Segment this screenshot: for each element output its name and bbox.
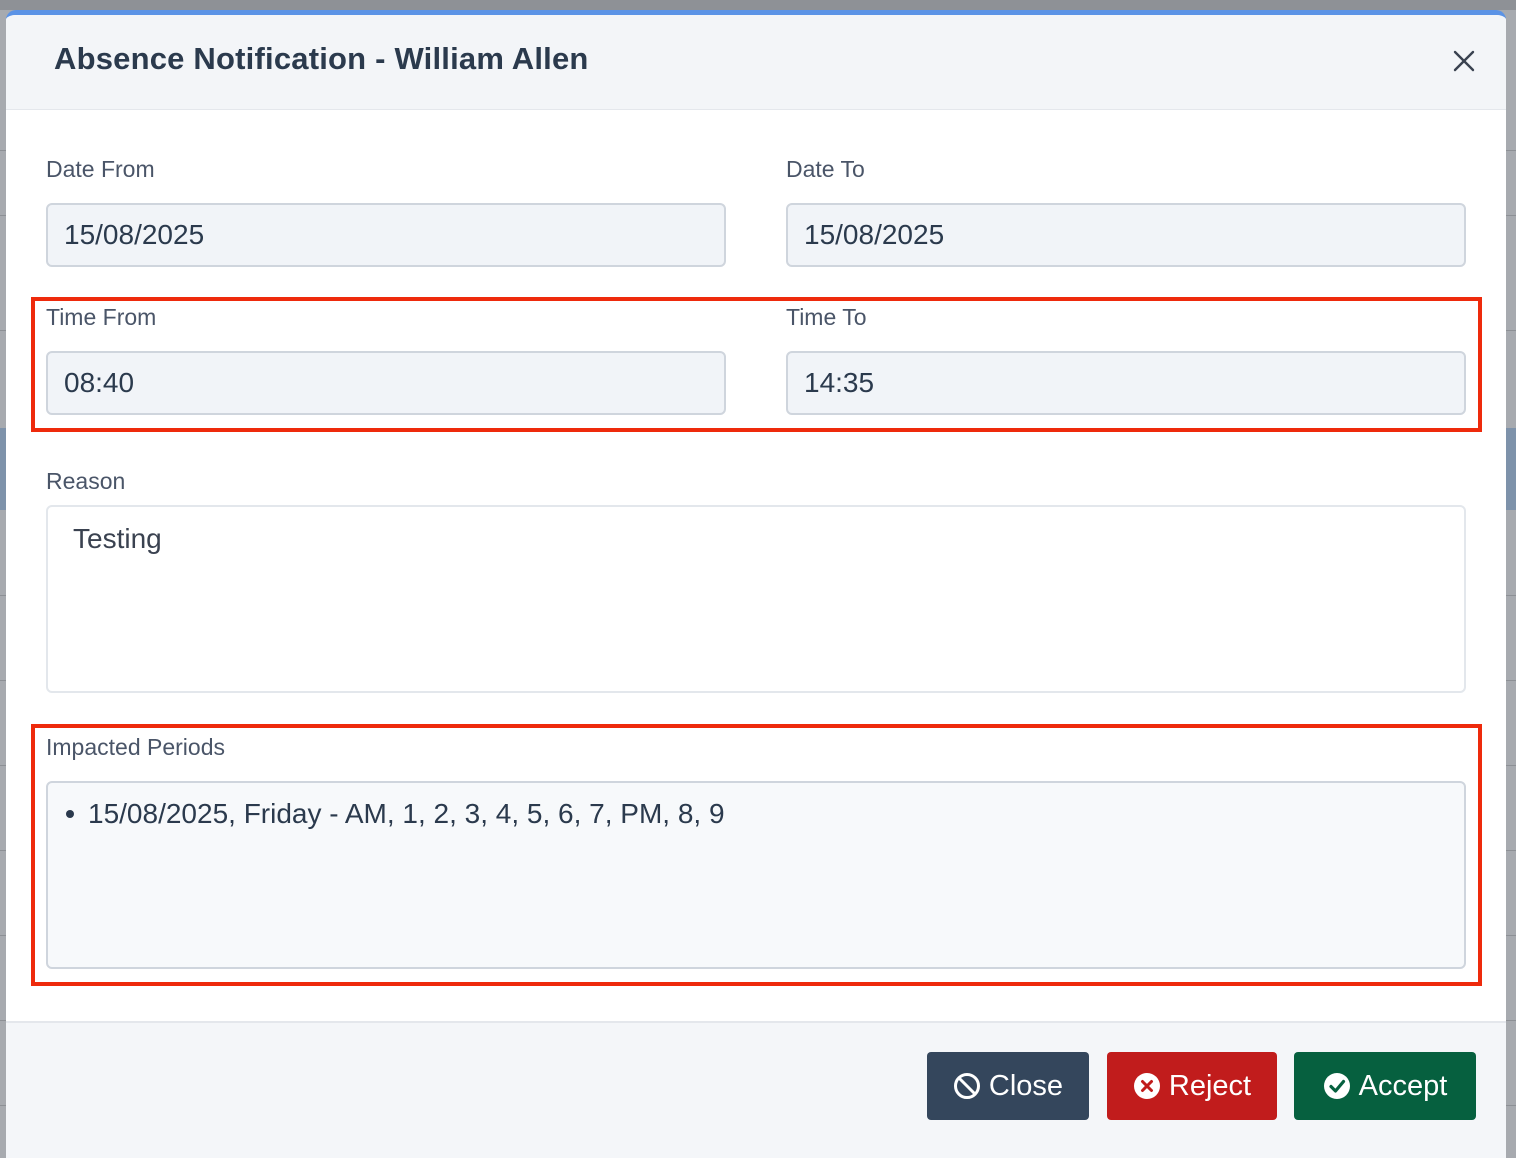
time-from-input[interactable] — [46, 351, 726, 415]
accept-button[interactable]: Accept — [1294, 1052, 1476, 1120]
date-from-input[interactable] — [46, 203, 726, 267]
ban-icon — [953, 1073, 980, 1099]
times-circle-icon — [1133, 1073, 1160, 1099]
time-to-input[interactable] — [786, 351, 1466, 415]
close-button[interactable]: Close — [927, 1052, 1089, 1120]
time-to-label: Time To — [786, 304, 867, 330]
reason-label: Reason — [46, 468, 126, 494]
list-item: 15/08/2025, Friday - AM, 1, 2, 3, 4, 5, … — [66, 797, 1446, 831]
date-to-label: Date To — [786, 156, 865, 182]
background-top-bar — [0, 0, 1516, 10]
close-icon[interactable] — [1450, 47, 1478, 75]
time-from-label: Time From — [46, 304, 157, 330]
impacted-period-text: 15/08/2025, Friday - AM, 1, 2, 3, 4, 5, … — [88, 798, 725, 829]
date-from-label: Date From — [46, 156, 155, 182]
close-icon-graphic — [1453, 50, 1475, 72]
impacted-periods-box: 15/08/2025, Friday - AM, 1, 2, 3, 4, 5, … — [46, 781, 1466, 969]
reason-textarea[interactable]: Testing — [46, 505, 1466, 693]
absence-notification-modal: Absence Notification - William Allen Dat… — [6, 10, 1506, 1158]
impacted-periods-list: 15/08/2025, Friday - AM, 1, 2, 3, 4, 5, … — [66, 797, 1446, 831]
reject-button-label: Reject — [1168, 1069, 1252, 1102]
date-to-input[interactable] — [786, 203, 1466, 267]
modal-header: Absence Notification - William Allen — [6, 15, 1506, 110]
reject-button[interactable]: Reject — [1107, 1052, 1277, 1120]
close-button-label: Close — [988, 1069, 1064, 1102]
accept-button-label: Accept — [1358, 1069, 1448, 1102]
modal-footer — [6, 1021, 1506, 1158]
check-circle-icon — [1323, 1073, 1350, 1099]
bullet-icon — [66, 809, 74, 818]
modal-title: Absence Notification - William Allen — [54, 41, 589, 76]
impacted-periods-label: Impacted Periods — [46, 734, 225, 760]
